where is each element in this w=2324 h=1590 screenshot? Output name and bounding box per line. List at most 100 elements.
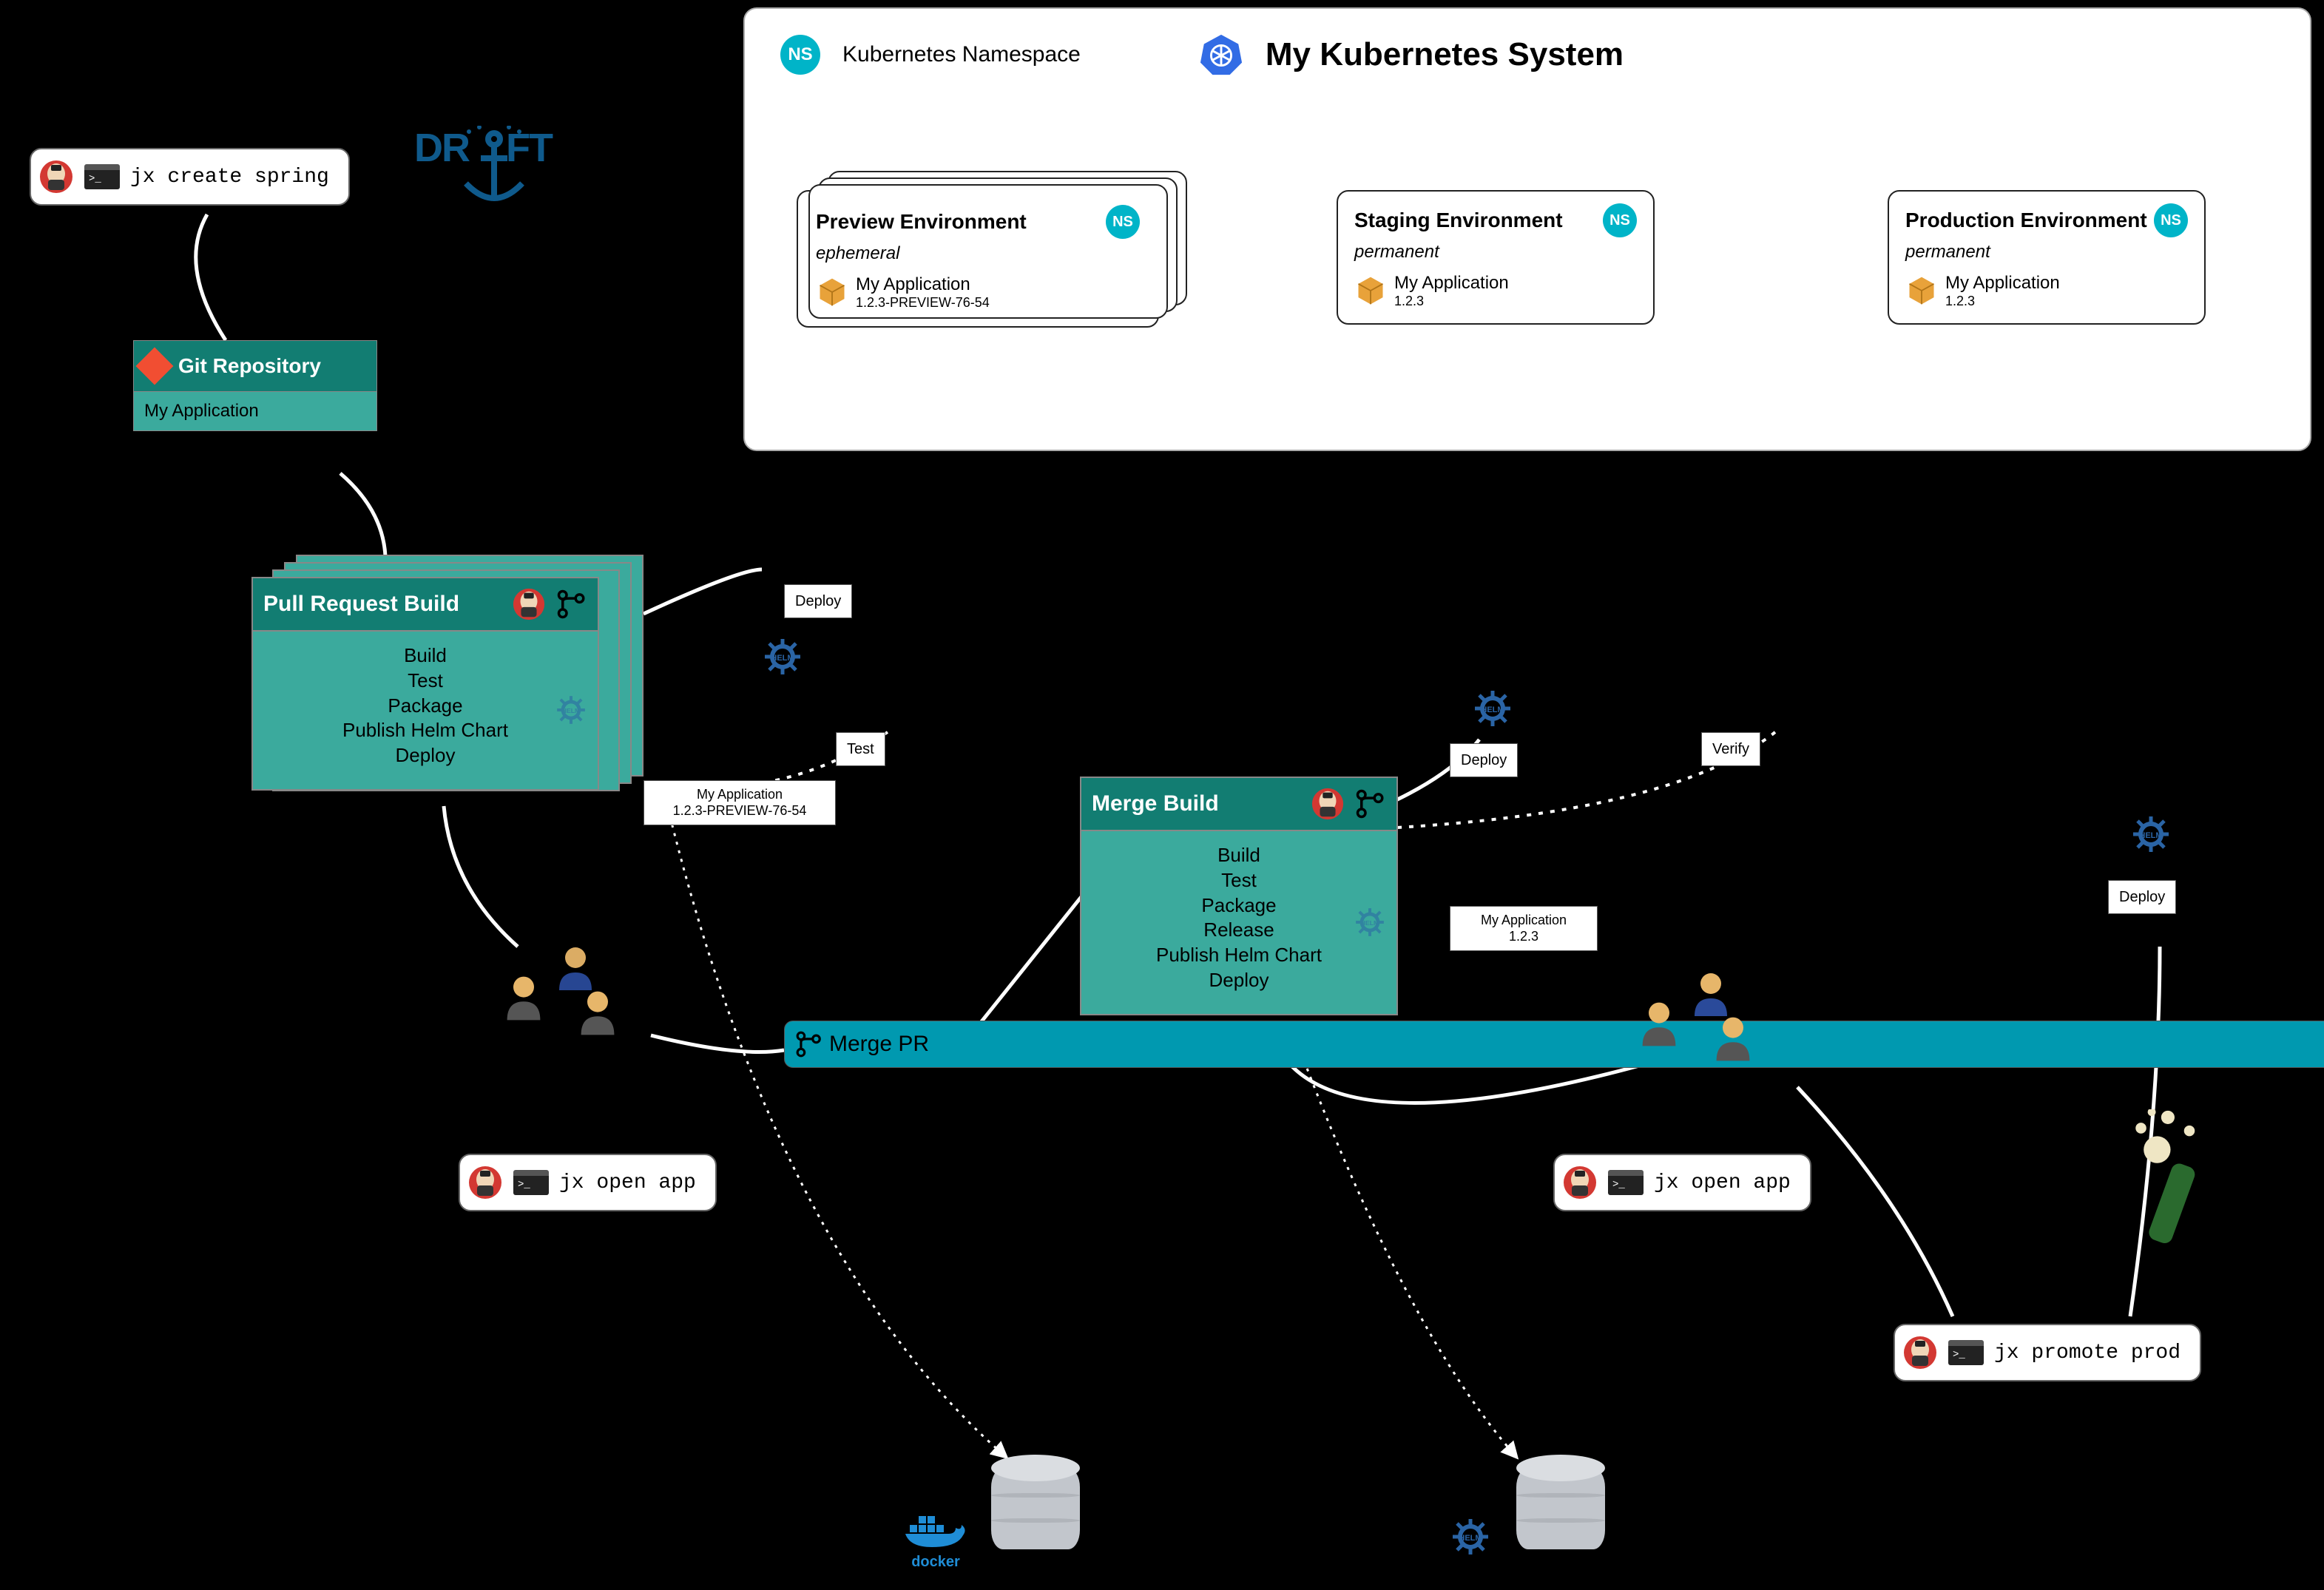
git-repo-title: Git Repository [178,354,321,377]
artifact-preview: My Application 1.2.3-PREVIEW-76-54 [644,780,836,825]
env-name: Production Environment [1905,209,2147,232]
helm-icon [555,694,587,726]
merge-pr-label: Merge PR [829,1032,929,1056]
tag-deploy-2: Deploy [1450,743,1518,777]
cmd-open-app-2: jx open app [1553,1154,1811,1211]
step: Publish Helm Chart [263,718,587,743]
draft-logo: DR FT [414,126,562,218]
step: Deploy [263,743,587,768]
env-staging: Staging Environment NS permanent My Appl… [1337,190,1655,325]
step: Package [1092,893,1386,919]
helm-chart-repo [1516,1468,1605,1549]
env-preview: Preview Environment NS ephemeral My Appl… [797,190,1159,328]
merge-icon [795,1030,823,1058]
jenkins-icon [1902,1335,1938,1370]
terminal-icon [1948,1340,1984,1365]
git-icon [136,348,174,385]
artifact-version: 1.2.3-PREVIEW-76-54 [652,803,828,819]
merge-pr-button[interactable]: Merge PR [784,1021,2324,1068]
env-version: 1.2.3 [1394,294,1509,309]
jenkins-icon [38,159,74,194]
tag-verify: Verify [1701,732,1760,766]
step: Test [263,669,587,694]
env-name: Preview Environment [816,210,1027,234]
step: Package [263,694,587,719]
docker-logo: docker [902,1509,969,1571]
jenkins-icon [1311,787,1345,821]
terminal-icon [1608,1170,1644,1195]
env-app: My Application [1394,273,1509,294]
step: Test [1092,868,1386,893]
env-app: My Application [856,274,990,295]
k8s-system: NS Kubernetes Namespace My Kubernetes Sy… [743,7,2311,451]
helm-icon [1450,1516,1491,1557]
env-version: 1.2.3 [1945,294,2060,309]
ns-badge-icon: NS [1603,203,1637,237]
cmd-promote-prod: jx promote prod [1894,1324,2201,1381]
cmd-text: jx create spring [130,166,329,189]
env-kind: permanent [1905,242,2188,263]
ns-badge-icon: NS [2154,203,2188,237]
env-kind: permanent [1354,242,1637,263]
step: Build [1092,843,1386,868]
git-repository-box: Git Repository My Application [133,340,377,431]
pr-build-stack: Pull Request Build Build Test Package Pu… [251,577,651,813]
cmd-text: jx open app [559,1171,696,1194]
step: Build [263,643,587,669]
jenkins-icon [1562,1165,1598,1200]
pr-build-title: Pull Request Build [263,592,459,616]
env-production: Production Environment NS permanent My A… [1888,190,2206,325]
step: Publish Helm Chart [1092,943,1386,968]
helm-icon [1354,906,1386,938]
merge-build-box: Merge Build Build Test Package Release P… [1080,777,1398,1015]
k8s-title: My Kubernetes System [1266,36,1624,73]
merge-build-steps: Build Test Package Release Publish Helm … [1080,831,1398,1015]
svg-text:FT: FT [506,126,553,170]
helm-icon [762,636,803,677]
step: Deploy [1092,968,1386,993]
cmd-create-spring: jx create spring [30,148,350,206]
package-icon [816,276,848,308]
tag-deploy-3: Deploy [2108,880,2176,914]
champagne-icon [2123,1109,2226,1261]
package-icon [1354,274,1387,307]
ns-badge-icon: NS [780,35,820,75]
review-team-icon-2 [1638,969,1779,1080]
merge-build-header: Merge Build [1080,777,1398,831]
env-kind: ephemeral [816,243,1140,264]
cmd-text: jx open app [1654,1171,1791,1194]
ns-badge-icon: NS [1106,205,1140,239]
cmd-open-app-1: jx open app [459,1154,717,1211]
docker-registry [991,1468,1080,1549]
pull-request-icon [556,589,587,620]
svg-text:DR: DR [414,126,470,170]
cmd-text: jx promote prod [1994,1342,2181,1364]
artifact-version: 1.2.3 [1458,929,1590,945]
review-team-icon [503,943,644,1054]
env-app: My Application [1945,273,2060,294]
git-repo-app: My Application [133,392,377,431]
merge-build-title: Merge Build [1092,791,1219,816]
helm-icon [2130,813,2172,855]
jenkins-icon [467,1165,503,1200]
k8s-ns-label: Kubernetes Namespace [842,42,1081,67]
terminal-icon [513,1170,549,1195]
terminal-icon [84,164,120,189]
pr-build-steps: Build Test Package Publish Helm Chart De… [251,632,599,791]
merge-icon [1355,788,1386,819]
env-name: Staging Environment [1354,209,1563,232]
artifact-name: My Application [1458,913,1590,929]
helm-icon [1472,688,1513,729]
artifact-release: My Application 1.2.3 [1450,906,1598,951]
package-icon [1905,274,1938,307]
step: Release [1092,918,1386,943]
jenkins-icon [512,587,546,621]
k8s-header: NS Kubernetes Namespace My Kubernetes Sy… [745,9,2310,90]
tag-test: Test [836,732,885,766]
artifact-name: My Application [652,787,828,803]
git-repository-header: Git Repository [133,340,377,392]
pr-build-header: Pull Request Build [251,577,599,632]
tag-deploy: Deploy [784,584,852,618]
kubernetes-icon [1199,33,1243,77]
env-version: 1.2.3-PREVIEW-76-54 [856,295,990,311]
